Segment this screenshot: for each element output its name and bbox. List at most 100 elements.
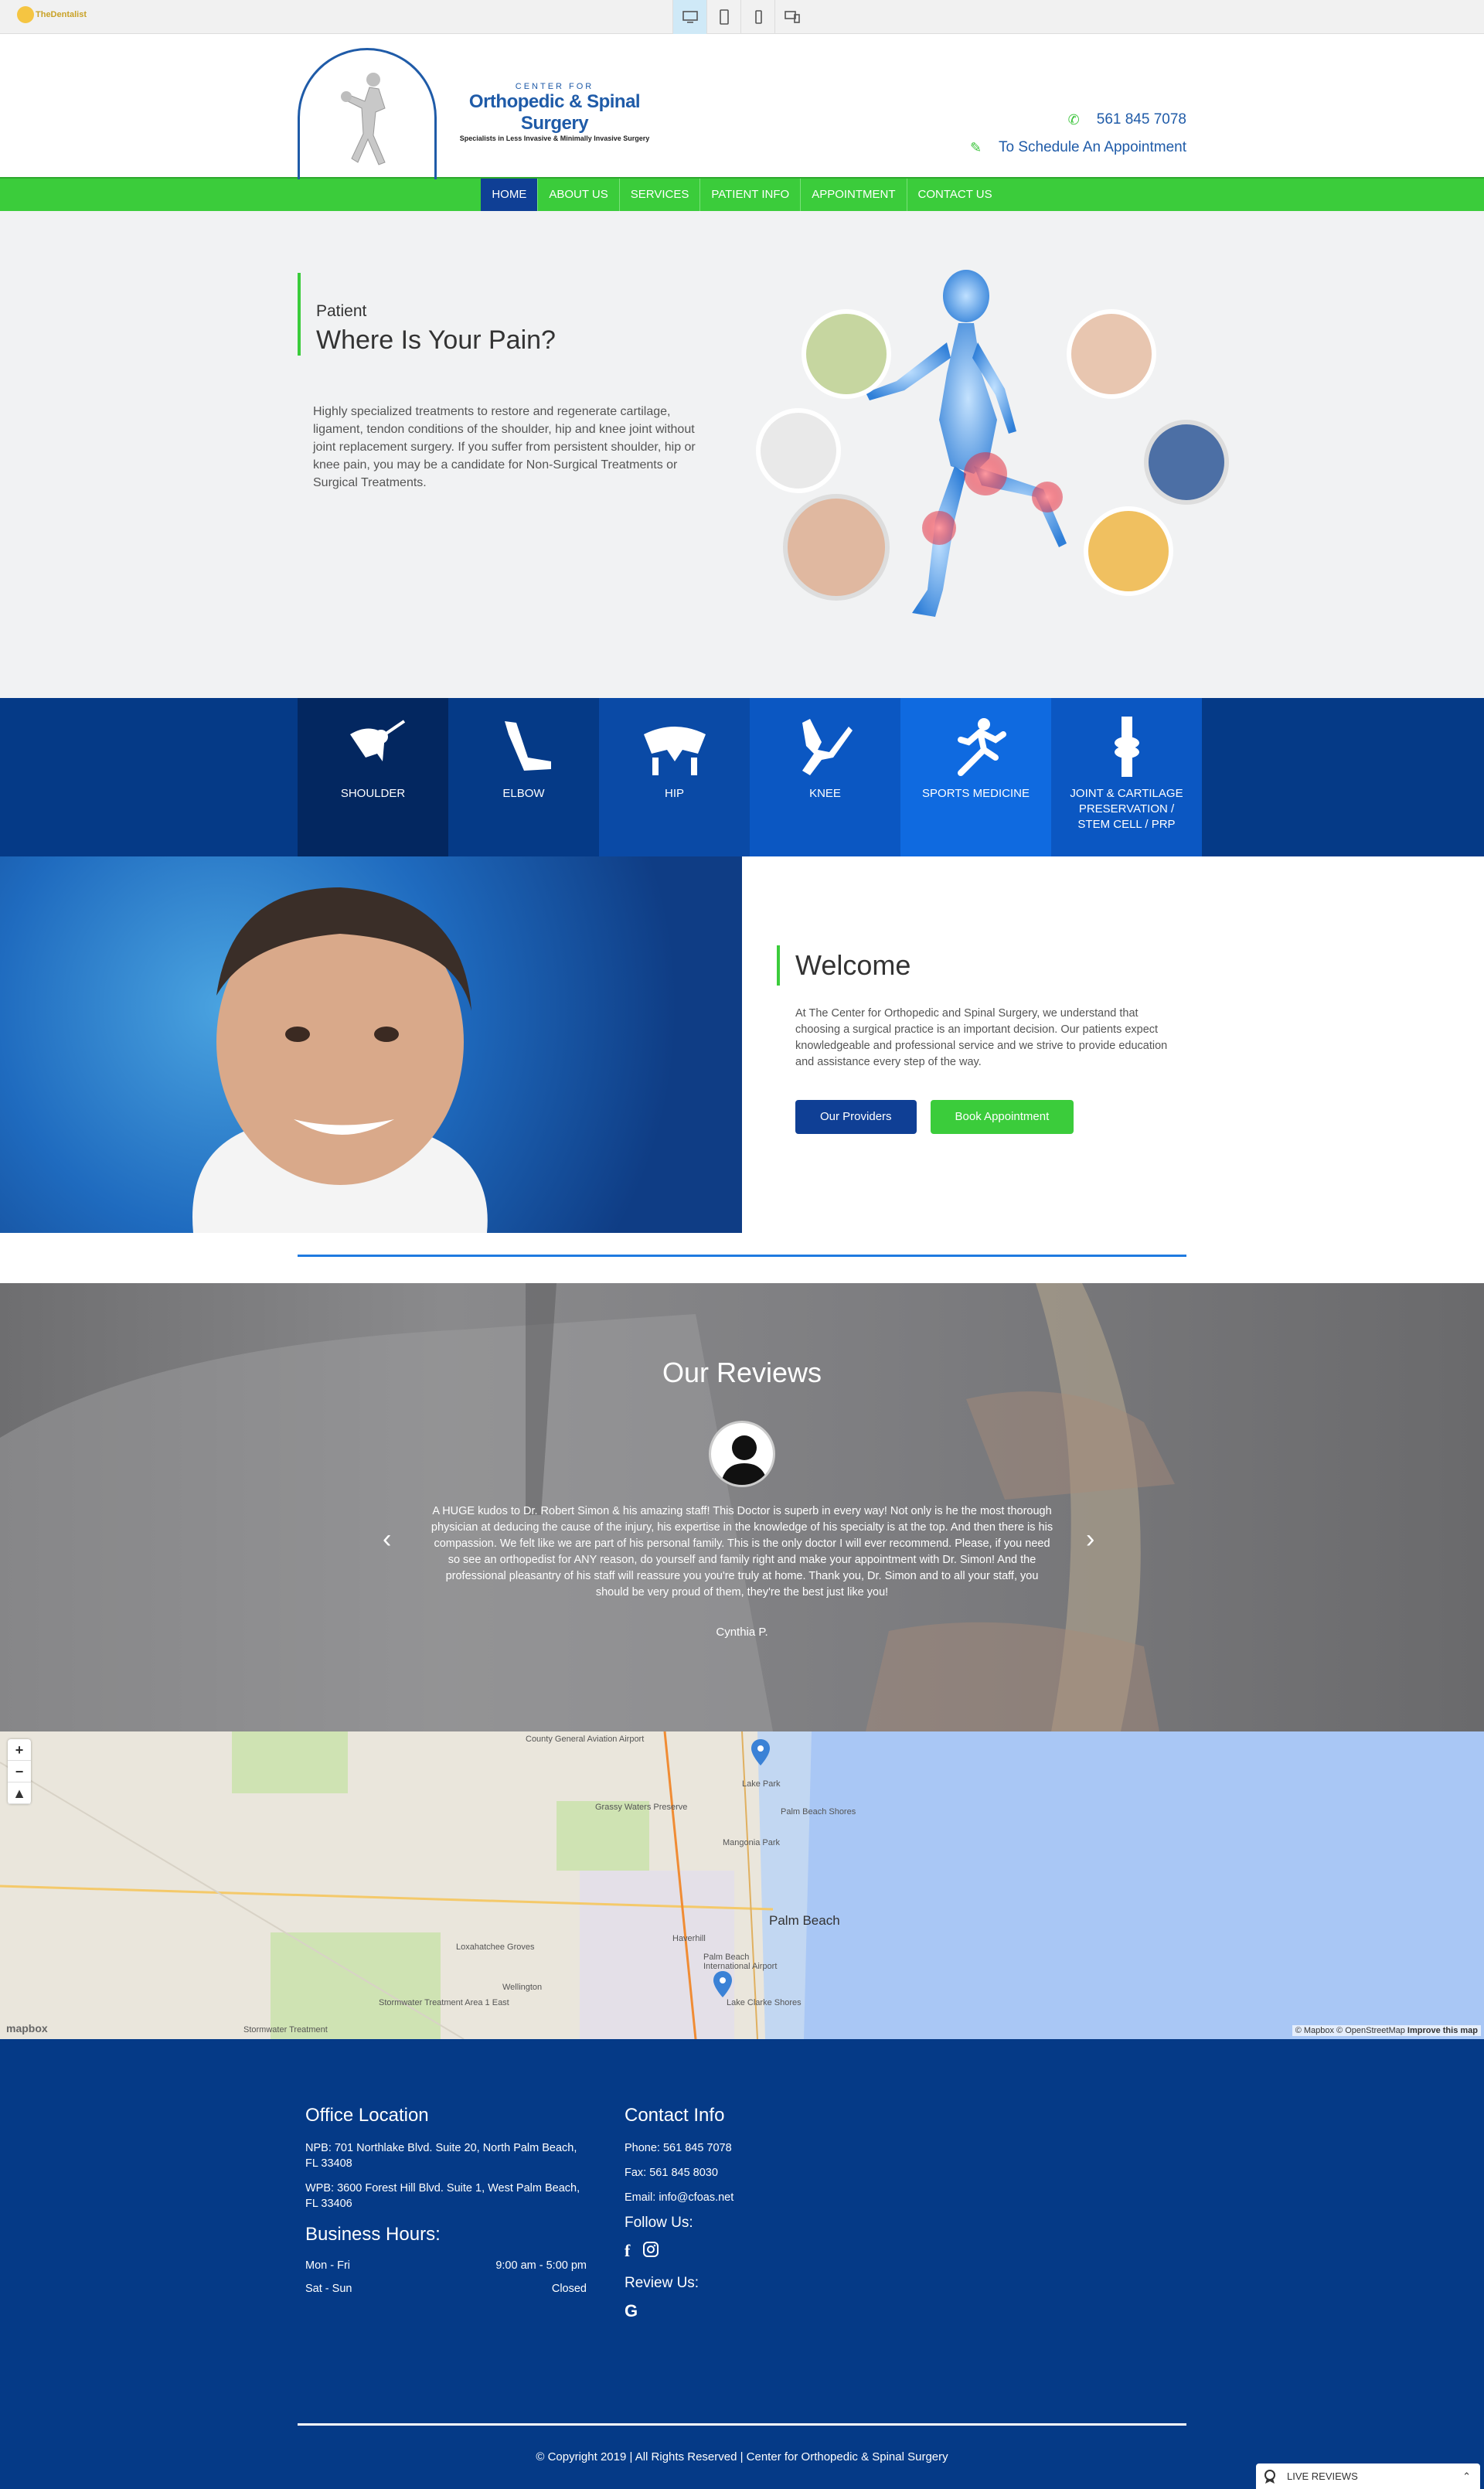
hours-row: Mon - Fri 9:00 am - 5:00 pm — [305, 2259, 587, 2272]
site-header: CENTER FOR Orthopedic & Spinal Surgery S… — [0, 34, 1484, 179]
hours-day: Mon - Fri — [305, 2259, 350, 2272]
device-switcher — [672, 0, 808, 34]
nav-home[interactable]: HOME — [481, 179, 539, 211]
map-label: Mangonia Park — [723, 1838, 780, 1847]
location-map[interactable]: County General Aviation Airport Lake Par… — [0, 1731, 1484, 2039]
review-title: Review Us: — [625, 2275, 699, 2291]
nav-services[interactable]: SERVICES — [620, 179, 701, 211]
hero-body: Highly specialized treatments to restore… — [313, 405, 696, 489]
live-reviews-widget[interactable]: LIVE REVIEWS ⌃ — [1256, 2463, 1480, 2489]
review-author: Cynthia P. — [716, 1626, 768, 1639]
welcome-text: Welcome At The Center for Orthopedic and… — [777, 945, 1179, 1134]
service-joint-cartilage[interactable]: JOINT & CARTILAGE PRESERVATION / STEM CE… — [1051, 698, 1202, 856]
multi-device-view-button[interactable] — [774, 0, 808, 34]
service-label: SPORTS MEDICINE — [922, 787, 1030, 800]
reviews-badge-icon — [1264, 2469, 1275, 2484]
follow-title: Follow Us: — [625, 2215, 693, 2231]
book-appointment-button[interactable]: Book Appointment — [930, 1100, 1074, 1134]
preview-logo-text: TheDentalist — [36, 9, 87, 19]
social-links: f — [625, 2241, 733, 2261]
hero-title: Where Is Your Pain? — [316, 325, 556, 355]
map-label: Lake Park — [742, 1779, 781, 1789]
doctor-portrait — [0, 856, 742, 1233]
service-shoulder[interactable]: SHOULDER — [298, 698, 448, 856]
map-label: Palm Beach — [769, 1913, 840, 1928]
footer-office-column: Office Location NPB: 701 Northlake Blvd.… — [305, 2105, 587, 2306]
service-elbow[interactable]: ELBOW — [448, 698, 599, 856]
instagram-icon[interactable] — [642, 2241, 659, 2258]
preview-logo[interactable]: TheDentalist — [17, 6, 87, 23]
hours-time: 9:00 am - 5:00 pm — [495, 2259, 587, 2272]
elbow-icon — [504, 721, 551, 771]
header-phone-text: 561 845 7078 — [1096, 111, 1186, 128]
multi-device-icon — [784, 11, 800, 23]
live-reviews-label: LIVE REVIEWS — [1287, 2470, 1358, 2482]
compass-button[interactable]: ▲ — [8, 1782, 31, 1804]
map-marker-icon[interactable] — [751, 1739, 770, 1765]
chevron-up-icon[interactable]: ⌃ — [1462, 2470, 1471, 2483]
header-schedule-text: To Schedule An Appointment — [999, 139, 1186, 155]
map-attribution: © Mapbox © OpenStreetMap Improve this ma… — [1292, 2025, 1481, 2036]
google-icon[interactable]: G — [625, 2301, 638, 2321]
service-sports-medicine[interactable]: SPORTS MEDICINE — [900, 698, 1051, 856]
tablet-icon — [719, 9, 729, 25]
runner-icon — [957, 718, 1006, 776]
logo-name: Orthopedic & Spinal Surgery — [468, 91, 641, 134]
map-label: Palm Beach Shores — [781, 1807, 856, 1817]
service-hip[interactable]: HIP — [599, 698, 750, 856]
footer-phone[interactable]: Phone: 561 845 7078 — [625, 2140, 733, 2156]
footer-email[interactable]: Email: info@cfoas.net — [625, 2190, 733, 2205]
mapbox-logo[interactable]: mapbox — [6, 2022, 48, 2034]
map-marker-icon[interactable] — [713, 1971, 732, 1997]
skeleton-pain-image — [756, 270, 1229, 617]
welcome-body: At The Center for Orthopedic and Spinal … — [795, 1007, 1168, 1068]
nav-patient-info[interactable]: PATIENT INFO — [700, 179, 802, 211]
tablet-view-button[interactable] — [706, 0, 740, 34]
header-phone[interactable]: ✆ 561 845 7078 — [970, 111, 1186, 128]
nav-contact-us[interactable]: CONTACT US — [907, 179, 1003, 211]
hours-row: Sat - Sun Closed — [305, 2283, 587, 2295]
logo-emblem[interactable] — [298, 48, 437, 179]
improve-map-link[interactable]: Improve this map — [1407, 2026, 1478, 2035]
nav-about-us[interactable]: ABOUT US — [538, 179, 620, 211]
review-prev-arrow[interactable]: ‹ — [383, 1524, 391, 1554]
preview-toolbar: TheDentalist — [0, 0, 1484, 34]
main-nav: HOME ABOUT US SERVICES PATIENT INFO APPO… — [0, 177, 1484, 211]
logo-text[interactable]: CENTER FOR Orthopedic & Spinal Surgery S… — [448, 82, 661, 142]
zoom-out-button[interactable]: − — [8, 1761, 31, 1782]
our-providers-button[interactable]: Our Providers — [795, 1100, 917, 1134]
desktop-view-button[interactable] — [672, 0, 706, 34]
welcome-title: Welcome — [777, 945, 1179, 986]
footer-fax: Fax: 561 845 8030 — [625, 2167, 718, 2179]
facebook-icon[interactable]: f — [625, 2241, 630, 2261]
site-footer: Office Location NPB: 701 Northlake Blvd.… — [0, 2039, 1484, 2489]
logo-tagline: Specialists in Less Invasive & Minimally… — [459, 134, 650, 142]
service-knee[interactable]: KNEE — [750, 698, 900, 856]
zoom-in-button[interactable]: + — [8, 1739, 31, 1761]
service-label: HIP — [664, 787, 684, 800]
footer-divider — [298, 2423, 1186, 2426]
map-label: Wellington — [502, 1983, 543, 1992]
welcome-buttons: Our Providers Book Appointment — [777, 1100, 1179, 1134]
skeleton-illustration — [742, 265, 1237, 652]
map-label: Grassy Waters Preserve — [595, 1803, 688, 1812]
phone-icon: ✆ — [1067, 111, 1080, 128]
header-schedule-link[interactable]: ✎ To Schedule An Appointment — [970, 139, 1186, 156]
contact-title: Contact Info — [625, 2105, 725, 2126]
doctor-photo — [192, 887, 488, 1233]
hero-text: Patient Where Is Your Pain? — [298, 273, 715, 356]
discus-thrower-icon — [341, 73, 386, 165]
map-attribution-text[interactable]: © Mapbox © OpenStreetMap — [1295, 2026, 1405, 2035]
hip-icon — [643, 727, 706, 775]
services-row: SHOULDER ELBOW HIP KNEE SPORTS MEDICINE … — [298, 698, 1202, 856]
office-title: Office Location — [305, 2105, 429, 2126]
mobile-view-button[interactable] — [740, 0, 774, 34]
nav-appointment[interactable]: APPOINTMENT — [801, 179, 907, 211]
desktop-icon — [682, 11, 698, 23]
hours-day: Sat - Sun — [305, 2283, 352, 2295]
map-label: Palm Beach International Airport — [703, 1953, 778, 1971]
map-label: Lake Clarke Shores — [727, 1998, 802, 2007]
footer-contact-column: Contact Info Phone: 561 845 7078 Fax: 56… — [625, 2105, 733, 2335]
review-next-arrow[interactable]: › — [1086, 1524, 1094, 1554]
map-label: Stormwater Treatment Area 1 East — [379, 1998, 509, 2007]
